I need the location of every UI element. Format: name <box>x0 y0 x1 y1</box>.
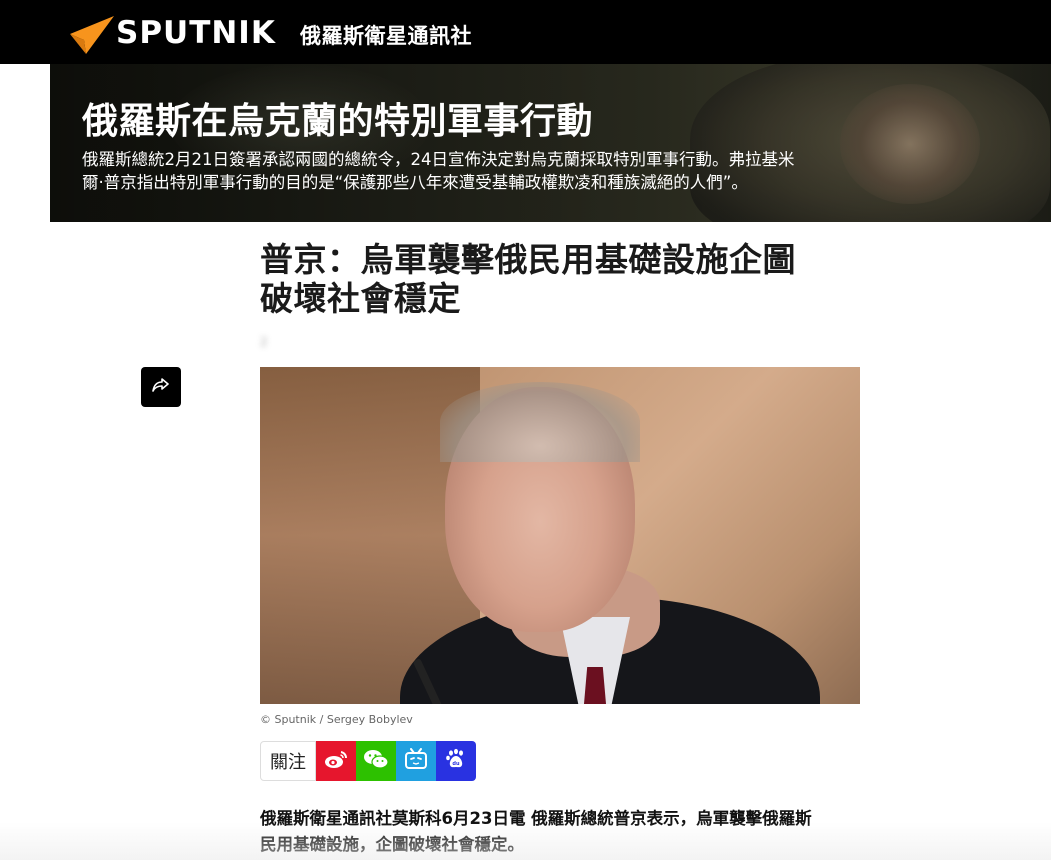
weibo-button[interactable] <box>316 741 356 781</box>
share-button[interactable] <box>141 367 181 407</box>
banner-description: 俄羅斯總統2月21日簽署承認兩國的總統令，24日宣佈決定對烏克蘭採取特別軍事行動… <box>82 148 862 194</box>
share-icon <box>152 377 170 397</box>
article-photo <box>260 367 860 704</box>
headline-line: 普京：烏軍襲擊俄民用基礎設施企圖 <box>260 240 796 279</box>
lead-line: 俄羅斯衛星通訊社莫斯科6月23日電 俄羅斯總統普京表示，烏軍襲擊俄羅斯 <box>260 809 812 828</box>
follow-label: 關注 <box>260 741 316 781</box>
logo-text: SPUTNIK <box>116 15 276 51</box>
sputnik-wing-icon <box>68 12 114 54</box>
follow-bar: 關注 du <box>260 741 476 781</box>
sputnik-logo[interactable]: SPUTNIK <box>68 12 276 54</box>
svg-text:du: du <box>452 761 460 767</box>
agency-name[interactable]: 俄羅斯衛星通訊社 <box>300 20 472 50</box>
article-date: 2 <box>260 335 268 349</box>
photo-credit: © Sputnik / Sergey Bobylev <box>260 713 413 726</box>
banner-description-line: 俄羅斯總統2月21日簽署承認兩國的總統令，24日宣佈決定對烏克蘭採取特別軍事行動… <box>82 150 795 169</box>
article-lead: 俄羅斯衛星通訊社莫斯科6月23日電 俄羅斯總統普京表示，烏軍襲擊俄羅斯 民用基礎… <box>260 806 870 858</box>
lead-line: 民用基礎設施，企圖破壞社會穩定。 <box>260 835 524 854</box>
wechat-icon <box>363 748 389 774</box>
bilibili-icon <box>404 748 428 774</box>
article-headline: 普京：烏軍襲擊俄民用基礎設施企圖 破壞社會穩定 <box>260 240 860 318</box>
banner-description-line: 爾·普京指出特別軍事行動的目的是“保護那些八年來遭受基輔政權欺凌和種族滅絕的人們… <box>82 173 748 192</box>
headline-line: 破壞社會穩定 <box>260 279 461 318</box>
wechat-button[interactable] <box>356 741 396 781</box>
banner-title[interactable]: 俄羅斯在烏克蘭的特別軍事行動 <box>82 92 593 144</box>
baidu-icon: du <box>445 748 467 774</box>
baidu-button[interactable]: du <box>436 741 476 781</box>
site-header: SPUTNIK 俄羅斯衛星通訊社 <box>0 0 1051 64</box>
topic-banner[interactable]: 俄羅斯在烏克蘭的特別軍事行動 俄羅斯總統2月21日簽署承認兩國的總統令，24日宣… <box>50 64 1051 222</box>
bilibili-button[interactable] <box>396 741 436 781</box>
weibo-icon <box>323 748 349 774</box>
